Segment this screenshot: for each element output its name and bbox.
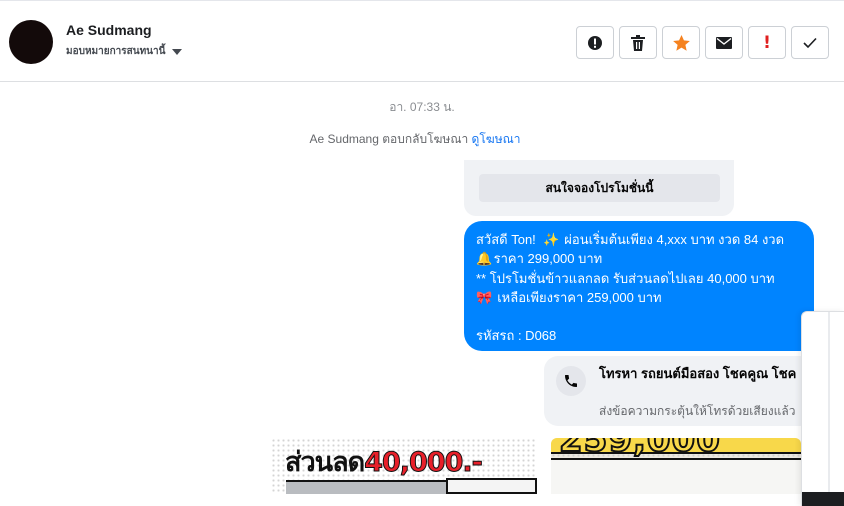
red-exclamation-icon: ! xyxy=(763,32,771,53)
caret-down-icon xyxy=(172,48,183,55)
message-line-2: 🔔 ราคา 299,000 บาท xyxy=(476,249,802,268)
car-graphic-panel xyxy=(446,478,537,494)
view-ad-link[interactable]: ดูโฆษณา xyxy=(472,132,521,146)
mark-done-button[interactable] xyxy=(791,26,829,59)
checkmark-icon xyxy=(803,37,817,48)
assign-label: มอบหมายการสนทนานี้ xyxy=(66,46,166,57)
ribbon-icon: 🎀 xyxy=(476,289,493,305)
ad-image-discount[interactable]: ส่วนลด40,000.- xyxy=(271,438,537,494)
ad-amount-text: 40,000.- xyxy=(364,447,484,479)
price-panel xyxy=(551,458,801,494)
ad-quoted-card: สนใจจองโปรโมชั่นนี้ xyxy=(464,160,734,216)
exclamation-circle-icon xyxy=(588,35,602,50)
mark-unread-button[interactable] xyxy=(705,26,743,59)
car-graphic xyxy=(286,480,446,494)
star-icon xyxy=(672,34,690,51)
outgoing-message-bubble[interactable]: สวัสดี Ton! ✨ ผ่อนเริ่มต้นเพียง 4,xxx บา… xyxy=(464,221,814,351)
envelope-icon xyxy=(716,36,732,49)
call-cta-card[interactable]: โทรหา รถยนต์มือสอง โชคคูณ โชค ส่งข้อความ… xyxy=(544,356,814,426)
side-drawer-panel[interactable] xyxy=(801,311,844,506)
ad-price-text: 259,000 xyxy=(558,438,721,461)
conversation-header: Ae Sudmang มอบหมายการสนทนานี้ ! xyxy=(0,0,844,82)
flag-button[interactable]: ! xyxy=(748,26,786,59)
drawer-footer xyxy=(802,492,844,506)
trash-icon xyxy=(631,34,645,51)
message-line-3: ** โปรโมชั่นข้าวแลกลด รับส่วนลดไปเลย 40,… xyxy=(476,270,775,286)
message-line-1: สวัสดี Ton! ✨ ผ่อนเริ่มต้นเพียง 4,xxx บา… xyxy=(476,230,802,249)
avatar[interactable] xyxy=(9,20,53,64)
ad-heading-text: ส่วนลด xyxy=(285,447,365,478)
car-code-text: รหัสรถ : D068 xyxy=(476,328,557,344)
message-timestamp: อา. 07:33 น. xyxy=(389,100,455,114)
reply-note-text: Ae Sudmang ตอบกลับโฆษณา xyxy=(309,132,469,146)
price-text: ราคา 299,000 บาท xyxy=(493,251,603,267)
sparkles-icon: ✨ xyxy=(543,232,560,247)
action-toolbar: ! xyxy=(576,26,829,59)
contact-name[interactable]: Ae Sudmang xyxy=(66,22,152,38)
book-promo-button[interactable]: สนใจจองโปรโมชั่นนี้ xyxy=(479,174,720,202)
delete-button[interactable] xyxy=(619,26,657,59)
ad-reply-note: Ae Sudmang ตอบกลับโฆษณา ดูโฆษณา xyxy=(0,130,830,149)
installment-text: ผ่อนเริ่มต้นเพียง 4,xxx บาท งวด 84 งวด xyxy=(564,232,785,247)
ad-image-price[interactable]: 259,000 xyxy=(551,438,801,494)
message-line-4: 🎀 เหลือเพียงราคา 259,000 บาท xyxy=(476,288,802,307)
ad-discount-heading: ส่วนลด40,000.- xyxy=(285,440,484,483)
assign-conversation-dropdown[interactable]: มอบหมายการสนทนานี้ xyxy=(66,44,183,59)
greeting-text: สวัสดี Ton! xyxy=(476,232,536,247)
scrollbar-track[interactable] xyxy=(830,82,844,311)
bell-icon: 🔔 xyxy=(476,251,493,267)
phone-icon xyxy=(556,366,586,396)
star-button[interactable] xyxy=(662,26,700,59)
final-price-text: เหลือเพียงราคา 259,000 บาท xyxy=(497,289,662,305)
spam-button[interactable] xyxy=(576,26,614,59)
call-title: โทรหา รถยนต์มือสอง โชคคูณ โชค xyxy=(599,366,797,381)
drawer-divider xyxy=(828,312,830,506)
call-subtitle: ส่งข้อความกระตุ้นให้โทรด้วยเสียงแล้ว xyxy=(599,404,796,418)
